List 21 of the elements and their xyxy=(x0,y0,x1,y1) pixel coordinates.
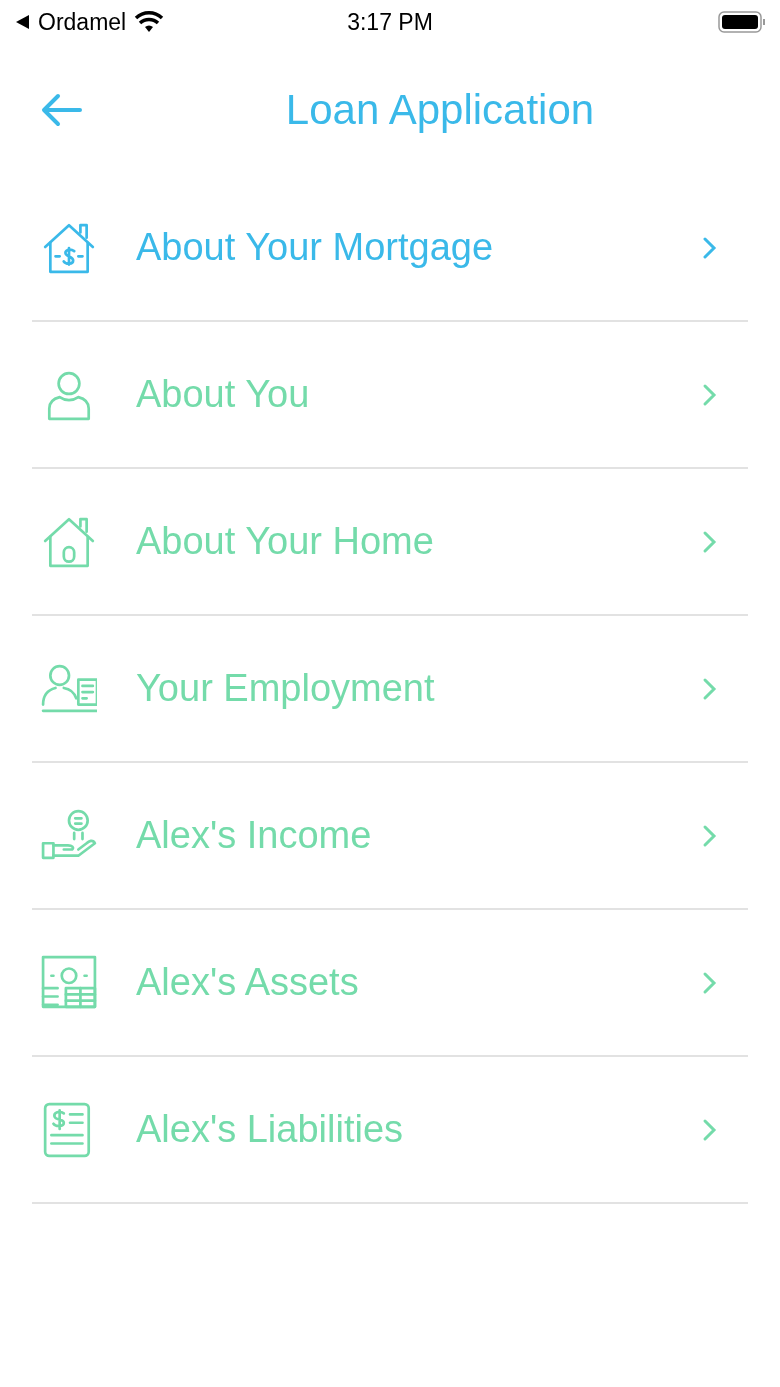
section-label: Alex's Income xyxy=(136,812,373,858)
battery-icon xyxy=(718,10,766,34)
section-row[interactable]: Alex's Liabilities xyxy=(32,1057,748,1204)
section-label: Alex's Liabilities xyxy=(136,1106,405,1152)
section-row[interactable]: Alex's Income xyxy=(32,763,748,910)
clock-time: 3:17 PM xyxy=(347,8,433,35)
back-app-label[interactable]: Ordamel xyxy=(38,8,127,36)
back-icon[interactable] xyxy=(14,14,30,30)
section-row[interactable]: Your Employment xyxy=(32,616,748,763)
wifi-icon xyxy=(134,11,165,33)
section-label: About You xyxy=(136,371,311,417)
section-label: About Your Home xyxy=(136,518,435,564)
section-row[interactable]: About Your Home xyxy=(32,469,748,616)
assets-icon xyxy=(41,954,97,1011)
section-label: Alex's Assets xyxy=(136,959,360,1005)
section-row[interactable]: About Your Mortgage xyxy=(32,175,748,322)
section-label: About Your Mortgage xyxy=(136,224,495,270)
section-row[interactable]: Alex's Assets xyxy=(32,910,748,1057)
section-row[interactable]: About You xyxy=(32,322,748,469)
screen-title: Loan Application xyxy=(284,85,596,134)
section-label: Your Employment xyxy=(136,665,436,711)
